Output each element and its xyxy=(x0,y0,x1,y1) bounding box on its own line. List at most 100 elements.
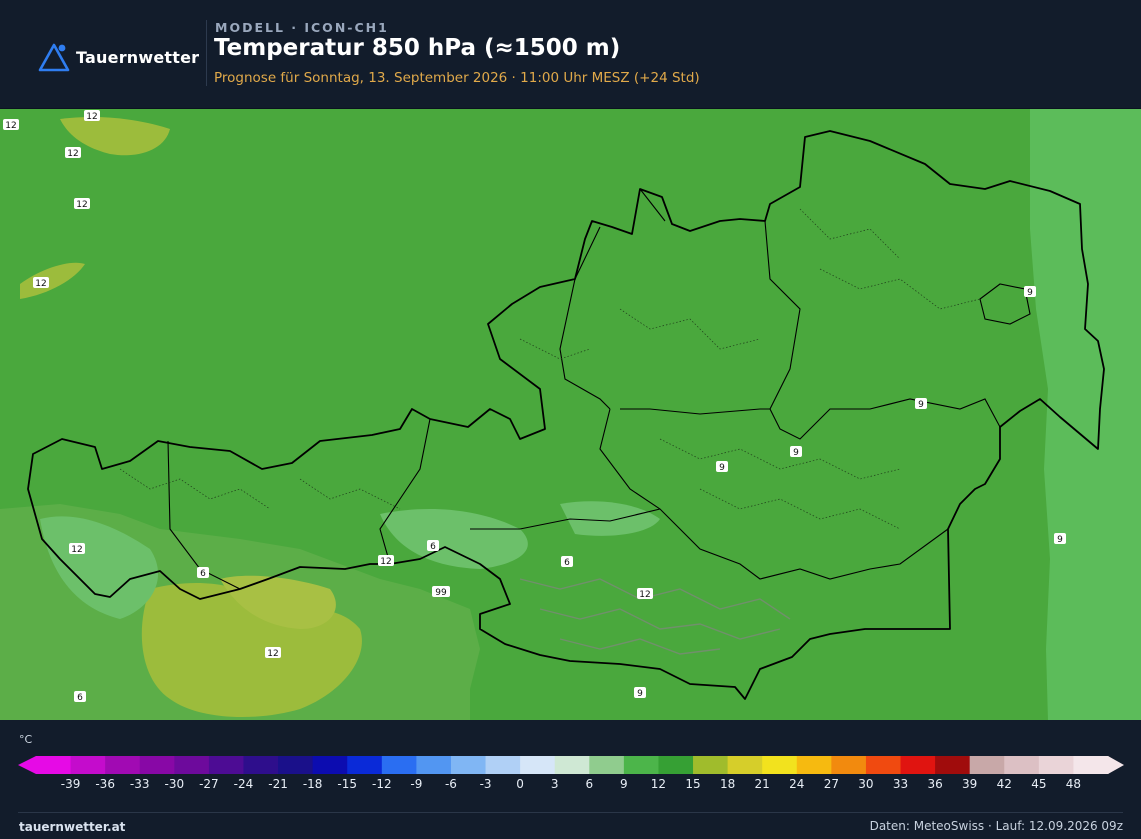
colorbar-tick-label: 42 xyxy=(996,777,1012,791)
contour-label: 9 xyxy=(716,461,728,473)
svg-text:12: 12 xyxy=(67,149,78,159)
colorbar-max-arrow xyxy=(1108,756,1124,774)
colorbar xyxy=(18,756,1124,774)
temperature-map[interactable]: 12 12 12 12 12 12 9 9 9 9 9 9 6 6 6 6 99… xyxy=(0,108,1141,721)
header-divider xyxy=(206,20,207,86)
contour-label: 6 xyxy=(427,540,439,552)
svg-text:9: 9 xyxy=(793,448,799,458)
contour-label: 12 xyxy=(65,147,81,159)
svg-text:12: 12 xyxy=(267,649,278,659)
contour-label: 12 xyxy=(637,588,653,600)
svg-text:6: 6 xyxy=(77,693,83,703)
colorbar-segment xyxy=(935,756,971,774)
triangle-mountain-icon xyxy=(38,43,70,72)
colorbar-min-arrow xyxy=(18,756,36,774)
colorbar-segment xyxy=(900,756,936,774)
contour-label: 12 xyxy=(84,110,100,122)
colorbar-tick-label: 24 xyxy=(789,777,805,791)
colorbar-segment xyxy=(554,756,590,774)
colorbar-tick-label: 30 xyxy=(858,777,874,791)
map-canvas: 12 12 12 12 12 12 9 9 9 9 9 9 6 6 6 6 99… xyxy=(0,109,1141,721)
colorbar-tick-label: 45 xyxy=(1031,777,1047,791)
contour-label: 12 xyxy=(265,647,281,659)
contour-label: 99 xyxy=(432,586,450,598)
svg-text:12: 12 xyxy=(380,557,391,567)
footer-site-link[interactable]: tauernwetter.at xyxy=(19,820,125,834)
colorbar-segment xyxy=(623,756,659,774)
colorbar-segment xyxy=(796,756,832,774)
svg-text:12: 12 xyxy=(5,121,16,131)
colorbar-segment xyxy=(1038,756,1074,774)
svg-text:6: 6 xyxy=(200,569,206,579)
footer-divider xyxy=(18,812,1123,813)
contour-label: 12 xyxy=(74,198,90,210)
colorbar-segment xyxy=(727,756,763,774)
contour-label: 12 xyxy=(33,277,49,289)
colorbar-tick-label: -3 xyxy=(479,777,492,791)
legend-unit: °C xyxy=(19,733,33,746)
colorbar-segment xyxy=(762,756,798,774)
svg-text:12: 12 xyxy=(639,590,650,600)
colorbar-tick-label: 0 xyxy=(516,777,524,791)
svg-text:9: 9 xyxy=(719,463,725,473)
colorbar-tick-label: -9 xyxy=(410,777,423,791)
contour-label: 9 xyxy=(915,398,927,410)
colorbar-segment xyxy=(174,756,210,774)
colorbar-segment xyxy=(70,756,106,774)
contour-label: 6 xyxy=(197,567,209,579)
svg-text:6: 6 xyxy=(564,558,570,568)
svg-text:12: 12 xyxy=(71,545,82,555)
colorbar-tick-label: 9 xyxy=(620,777,628,791)
footer-data-source: Daten: MeteoSwiss · Lauf: 12.09.2026 09z xyxy=(869,819,1123,833)
colorbar-tick-label: -36 xyxy=(95,777,115,791)
colorbar-tick-label: 48 xyxy=(1065,777,1082,791)
contour-label: 12 xyxy=(69,543,85,555)
colorbar-tick-label: 3 xyxy=(550,777,559,791)
svg-text:9: 9 xyxy=(637,689,643,699)
page-title: Temperatur 850 hPa (≈1500 m) xyxy=(214,35,621,61)
brand-logo[interactable]: Tauernwetter xyxy=(38,42,199,72)
svg-text:9: 9 xyxy=(1027,288,1033,298)
colorbar-tick-label: 36 xyxy=(927,777,943,791)
contour-label: 6 xyxy=(74,691,86,703)
colorbar-segment xyxy=(36,756,72,774)
colorbar-tick-label: -39 xyxy=(60,777,81,791)
svg-text:12: 12 xyxy=(86,112,97,122)
colorbar-segment xyxy=(831,756,867,774)
svg-text:12: 12 xyxy=(35,279,46,289)
contour-label: 9 xyxy=(790,446,802,458)
svg-text:12: 12 xyxy=(76,200,87,210)
contour-label: 6 xyxy=(561,556,573,568)
colorbar-tick-label: -18 xyxy=(302,777,323,791)
colorbar-segment xyxy=(139,756,175,774)
contour-label: 12 xyxy=(3,119,19,131)
colorbar-segment xyxy=(208,756,244,774)
contour-label: 9 xyxy=(634,687,646,699)
colorbar-tick-label: -30 xyxy=(164,777,185,791)
colorbar-tick-label: -6 xyxy=(444,777,457,791)
colorbar-segment xyxy=(969,756,1005,774)
colorbar-segment xyxy=(520,756,556,774)
colorbar-tick-label: -15 xyxy=(337,777,358,791)
model-label: MODELL · ICON-CH1 xyxy=(215,20,389,35)
colorbar-segment xyxy=(381,756,417,774)
colorbar-tick-label: 39 xyxy=(962,777,978,791)
colorbar-segment xyxy=(450,756,487,774)
header-bar: Tauernwetter MODELL · ICON-CH1 Temperatu… xyxy=(0,0,1141,108)
colorbar-tick-label: 12 xyxy=(650,777,667,791)
contour-label: 9 xyxy=(1024,286,1036,298)
colorbar-segment xyxy=(347,756,383,774)
colorbar-tick-label: 18 xyxy=(719,777,736,791)
colorbar-tick-label: -24 xyxy=(233,777,254,791)
colorbar-segment xyxy=(312,756,348,774)
colorbar-tick-label: 15 xyxy=(685,777,701,791)
colorbar-segment xyxy=(416,756,452,774)
svg-text:6: 6 xyxy=(430,542,436,552)
svg-text:9: 9 xyxy=(1057,535,1063,545)
colorbar-segment xyxy=(589,756,625,774)
colorbar-segment xyxy=(485,756,521,774)
colorbar-tick-label: 27 xyxy=(823,777,839,791)
colorbar-tick-label: -12 xyxy=(371,777,392,791)
forecast-subtitle: Prognose für Sonntag, 13. September 2026… xyxy=(214,70,700,86)
colorbar-tick-label: -33 xyxy=(129,777,150,791)
